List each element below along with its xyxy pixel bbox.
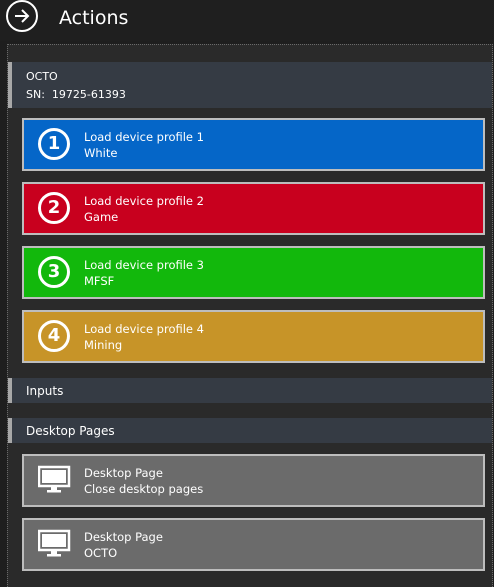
- device-header[interactable]: OCTO SN: 19725-61393: [8, 62, 492, 108]
- arrow-right-circle-icon[interactable]: [6, 0, 38, 32]
- device-name: OCTO: [26, 70, 58, 83]
- inputs-label: Inputs: [26, 384, 64, 398]
- desktop-pages-section-header[interactable]: Desktop Pages: [8, 418, 492, 443]
- number-4-icon: 4: [38, 320, 71, 353]
- desktop-pages-label: Desktop Pages: [26, 424, 115, 438]
- monitor-icon: [37, 464, 71, 497]
- desktop-page-octo-button[interactable]: Desktop Page OCTO: [22, 518, 485, 571]
- action-subtitle: Mining: [84, 338, 123, 352]
- load-profile-2-button[interactable]: 2 Load device profile 2 Game: [22, 182, 485, 235]
- monitor-icon: [37, 528, 71, 561]
- inputs-section-header[interactable]: Inputs: [8, 378, 492, 403]
- action-title: Load device profile 2: [84, 194, 204, 208]
- title-bar: Actions: [0, 0, 494, 41]
- number-2-icon: 2: [38, 192, 71, 225]
- number-3-icon: 3: [38, 256, 71, 289]
- action-title: Load device profile 4: [84, 322, 204, 336]
- action-subtitle: OCTO: [84, 546, 118, 560]
- action-title: Desktop Page: [84, 466, 163, 480]
- action-subtitle: Game: [84, 210, 119, 224]
- load-profile-1-button[interactable]: 1 Load device profile 1 White: [22, 118, 485, 171]
- load-profile-3-button[interactable]: 3 Load device profile 3 MFSF: [22, 246, 485, 299]
- load-profile-4-button[interactable]: 4 Load device profile 4 Mining: [22, 310, 485, 363]
- action-subtitle: White: [84, 146, 118, 160]
- action-title: Desktop Page: [84, 530, 163, 544]
- action-title: Load device profile 1: [84, 130, 204, 144]
- action-subtitle: MFSF: [84, 274, 115, 288]
- close-desktop-pages-button[interactable]: Desktop Page Close desktop pages: [22, 454, 485, 507]
- action-subtitle: Close desktop pages: [84, 482, 204, 496]
- action-title: Load device profile 3: [84, 258, 204, 272]
- device-serial: SN: 19725-61393: [26, 88, 126, 101]
- page-title: Actions: [59, 7, 129, 29]
- number-1-icon: 1: [38, 128, 71, 161]
